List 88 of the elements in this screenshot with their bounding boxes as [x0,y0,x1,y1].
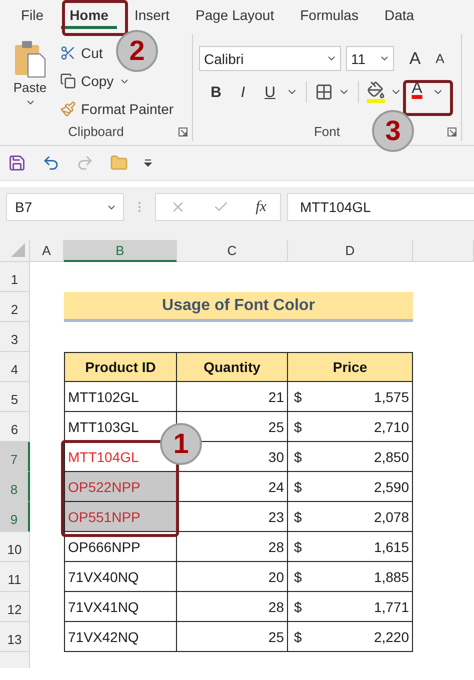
currency-symbol: $ [294,418,302,434]
table-cell: 21 [177,382,288,412]
copy-button[interactable]: Copy [60,70,174,92]
row-header[interactable]: 13 [0,622,30,652]
copy-icon [60,73,76,89]
row-header[interactable]: 7 [0,442,30,472]
group-label: Clipboard [68,124,124,141]
table-cell: 20 [177,562,288,592]
currency-symbol: $ [294,568,302,584]
currency-symbol: $ [294,508,302,524]
price-value: 2,220 [374,628,409,644]
price-value: 2,710 [374,418,409,434]
price-value: 1,885 [374,568,409,584]
row-header[interactable]: 12 [0,592,30,622]
fill-bucket-icon[interactable] [367,81,385,103]
italic-button[interactable]: I [232,80,254,104]
currency-symbol: $ [294,538,302,554]
borders-icon[interactable] [315,83,333,101]
row-header[interactable]: 10 [0,532,30,562]
paste-button[interactable]: Paste [6,34,54,124]
format-painter-button[interactable]: Format Painter [60,98,174,120]
table-cell: 24 [177,472,288,502]
column-heading: Price [288,352,413,382]
table-cell: 71VX42NQ [64,622,177,652]
column-heading: Quantity [177,352,288,382]
paintbrush-icon [60,101,76,117]
row-header[interactable]: 5 [0,382,30,412]
row-header[interactable]: 11 [0,562,30,592]
row-header[interactable]: 6 [0,412,30,442]
highlight-frame [403,80,453,116]
bold-button[interactable]: B [205,80,227,104]
row-header[interactable]: 2 [0,292,30,322]
table-cell: 28 [177,532,288,562]
ribbon-tab[interactable]: Page Layout [186,0,284,29]
currency-symbol: $ [294,598,302,614]
row-header[interactable]: 3 [0,322,30,352]
group-label: Font [314,124,340,141]
column-header[interactable]: B [64,240,177,262]
table-cell: 28 [177,592,288,622]
price-value: 1,575 [374,388,409,404]
currency-symbol: $ [294,388,302,404]
price-value: 2,590 [374,478,409,494]
row-header[interactable]: 9 [0,502,30,532]
clipboard-icon [14,40,46,78]
price-value: 2,078 [374,508,409,524]
table-cell: MTT102GL [64,382,177,412]
dialog-launcher-icon[interactable] [178,127,188,137]
row-header[interactable]: 1 [0,262,30,292]
price-value: 2,850 [374,448,409,464]
table-cell: OP522NPP [64,472,177,502]
column-heading: Product ID [64,352,177,382]
name-box[interactable]: B7 [6,193,124,221]
ribbon-tab[interactable]: Insert [125,0,178,29]
ribbon-tab[interactable]: Data [375,0,424,29]
font-name-dropdown[interactable]: Calibri [199,46,341,71]
sheet-title: Usage of Font Color [64,292,413,322]
currency-symbol: $ [294,628,302,644]
table-cell: 71VX40NQ [64,562,177,592]
save-icon[interactable] [8,154,26,172]
price-value: 1,615 [374,538,409,554]
table-cell: OP666NPP [64,532,177,562]
highlight-frame [62,0,128,36]
table-cell: 71VX41NQ [64,592,177,622]
scissors-icon [60,45,76,61]
grip-icon [138,201,141,213]
column-header[interactable]: A [30,240,64,262]
currency-symbol: $ [294,478,302,494]
price-value: 1,771 [374,598,409,614]
shrink-font-button[interactable]: A [430,46,450,70]
customize-icon[interactable] [144,159,152,167]
dialog-launcher-icon[interactable] [447,127,457,137]
font-size-dropdown[interactable]: 11 [346,46,394,71]
ribbon-tab[interactable]: File [12,0,53,29]
insert-function-button[interactable]: fx [256,198,266,216]
column-header[interactable]: D [288,240,413,262]
currency-symbol: $ [294,448,302,464]
underline-button[interactable]: U [259,80,281,104]
formula-field[interactable]: MTT104GL [287,193,474,221]
row-header[interactable]: 4 [0,352,30,382]
ribbon-tab[interactable]: Formulas [291,0,368,29]
grow-font-button[interactable]: A [405,46,425,70]
table-cell: 23 [177,502,288,532]
table-cell: 25 [177,622,288,652]
column-header[interactable]: C [177,240,288,262]
table-cell: OP551NPP [64,502,177,532]
ribbon-tab[interactable]: Home [60,0,118,29]
row-header[interactable]: 8 [0,472,30,502]
undo-icon[interactable] [42,154,60,172]
